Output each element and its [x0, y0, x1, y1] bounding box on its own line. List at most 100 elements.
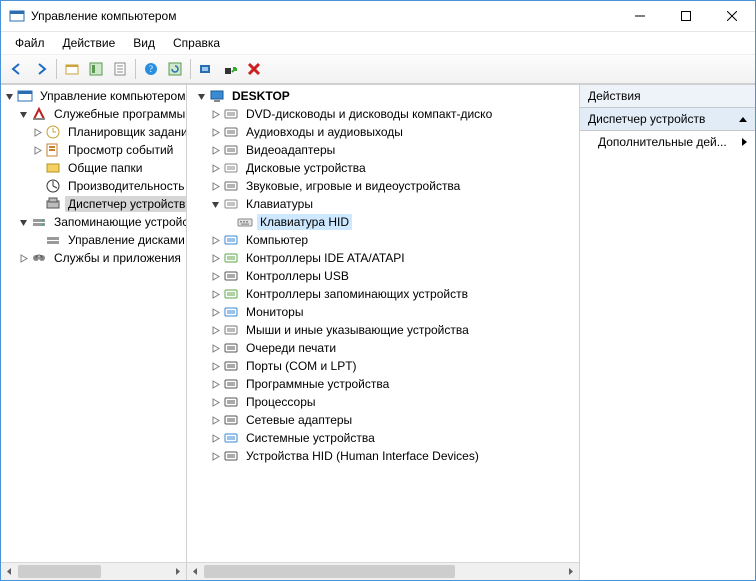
chevron-right-icon[interactable] [15, 250, 31, 266]
scroll-left-button[interactable] [187, 563, 204, 580]
chevron-right-icon[interactable] [207, 178, 223, 194]
chevron-right-icon[interactable] [207, 376, 223, 392]
tree-item[interactable]: Служебные программы [1, 105, 186, 123]
tree-item-label: Диспетчер устройств [65, 196, 186, 212]
scroll-right-button[interactable] [562, 563, 579, 580]
refresh-button[interactable] [164, 58, 186, 80]
tree-item-label: Производительность [65, 178, 186, 194]
menu-view[interactable]: Вид [125, 34, 163, 52]
tree-item[interactable]: Сетевые адаптеры [187, 411, 579, 429]
chevron-right-icon[interactable] [29, 124, 45, 140]
tree-item[interactable]: Контроллеры USB [187, 267, 579, 285]
chevron-right-icon[interactable] [207, 448, 223, 464]
tree-item[interactable]: Производительность [1, 177, 186, 195]
chevron-right-icon[interactable] [207, 124, 223, 140]
chevron-right-icon[interactable] [207, 268, 223, 284]
chevron-down-icon[interactable] [15, 106, 31, 122]
tree-item[interactable]: Процессоры [187, 393, 579, 411]
tree-item[interactable]: Управление дисками [1, 231, 186, 249]
item-icon [45, 232, 61, 248]
chevron-right-icon[interactable] [207, 340, 223, 356]
chevron-right-icon[interactable] [207, 304, 223, 320]
back-button[interactable] [6, 58, 28, 80]
chevron-down-icon[interactable] [1, 88, 17, 104]
chevron-right-icon[interactable] [207, 250, 223, 266]
maximize-button[interactable] [663, 1, 709, 31]
tree-item[interactable]: Аудиовходы и аудиовыходы [187, 123, 579, 141]
chevron-right-icon[interactable] [207, 286, 223, 302]
chevron-right-icon[interactable] [207, 142, 223, 158]
menu-help[interactable]: Справка [165, 34, 228, 52]
tree-item[interactable]: Запоминающие устройс [1, 213, 186, 231]
center-scrollbar[interactable] [187, 562, 579, 580]
up-button[interactable] [61, 58, 83, 80]
tree-item[interactable]: Общие папки [1, 159, 186, 177]
tree-item[interactable]: Дисковые устройства [187, 159, 579, 177]
chevron-right-icon[interactable] [207, 160, 223, 176]
tree-item-label: Клавиатуры [243, 196, 316, 212]
tree-item[interactable]: Клавиатура HID [187, 213, 579, 231]
help-button[interactable]: ? [140, 58, 162, 80]
tree-item[interactable]: Контроллеры IDE ATA/ATAPI [187, 249, 579, 267]
left-tree[interactable]: Управление компьютером (лСлужебные прогр… [1, 85, 186, 562]
tree-item[interactable]: Устройства HID (Human Interface Devices) [187, 447, 579, 465]
chevron-right-icon[interactable] [207, 430, 223, 446]
scroll-right-button[interactable] [169, 563, 186, 580]
chevron-down-icon[interactable] [207, 196, 223, 212]
device-category-icon [223, 322, 239, 338]
chevron-down-icon[interactable] [15, 214, 31, 230]
properties-button[interactable] [109, 58, 131, 80]
tree-item[interactable]: Компьютер [187, 231, 579, 249]
device-category-icon [223, 106, 239, 122]
device-category-icon [223, 232, 239, 248]
tree-item[interactable]: Мыши и иные указывающие устройства [187, 321, 579, 339]
device-category-icon [223, 160, 239, 176]
tree-item[interactable]: Контроллеры запоминающих устройств [187, 285, 579, 303]
update-driver-button[interactable] [219, 58, 241, 80]
tree-item[interactable]: DVD-дисководы и дисководы компакт-диско [187, 105, 579, 123]
chevron-right-icon[interactable] [207, 412, 223, 428]
chevron-right-icon[interactable] [207, 232, 223, 248]
tree-item[interactable]: Звуковые, игровые и видеоустройства [187, 177, 579, 195]
tree-item[interactable]: Службы и приложения [1, 249, 186, 267]
tree-item-label: Контроллеры IDE ATA/ATAPI [243, 250, 408, 266]
tree-item[interactable]: Управление компьютером (л [1, 87, 186, 105]
menu-file[interactable]: Файл [7, 34, 53, 52]
chevron-down-icon[interactable] [193, 88, 209, 104]
left-pane[interactable]: Управление компьютером (лСлужебные прогр… [1, 85, 187, 580]
tree-item-label: DESKTOP [229, 88, 293, 104]
scroll-left-button[interactable] [1, 563, 18, 580]
close-button[interactable] [709, 1, 755, 31]
uninstall-device-button[interactable] [243, 58, 265, 80]
chevron-right-icon[interactable] [29, 142, 45, 158]
tree-item-label: Управление компьютером (л [37, 88, 186, 104]
show-hide-tree-button[interactable] [85, 58, 107, 80]
center-tree[interactable]: DESKTOPDVD-дисководы и дисководы компакт… [187, 85, 579, 562]
tree-item[interactable]: DESKTOP [187, 87, 579, 105]
tree-item[interactable]: Планировщик заданий [1, 123, 186, 141]
tree-item[interactable]: Мониторы [187, 303, 579, 321]
chevron-right-icon[interactable] [207, 322, 223, 338]
chevron-right-icon[interactable] [207, 106, 223, 122]
actions-section[interactable]: Диспетчер устройств [580, 108, 755, 131]
tree-item-label: Контроллеры запоминающих устройств [243, 286, 471, 302]
center-pane[interactable]: DESKTOPDVD-дисководы и дисководы компакт… [187, 85, 580, 580]
tree-item[interactable]: Очереди печати [187, 339, 579, 357]
tree-item-label: Сетевые адаптеры [243, 412, 355, 428]
forward-button[interactable] [30, 58, 52, 80]
left-scrollbar[interactable] [1, 562, 186, 580]
tree-item[interactable]: Видеоадаптеры [187, 141, 579, 159]
tree-item-label: Программные устройства [243, 376, 392, 392]
tree-item[interactable]: Просмотр событий [1, 141, 186, 159]
scan-hardware-button[interactable] [195, 58, 217, 80]
menu-action[interactable]: Действие [55, 34, 124, 52]
tree-item[interactable]: Диспетчер устройств [1, 195, 186, 213]
tree-item[interactable]: Клавиатуры [187, 195, 579, 213]
chevron-right-icon[interactable] [207, 358, 223, 374]
tree-item[interactable]: Порты (COM и LPT) [187, 357, 579, 375]
tree-item[interactable]: Программные устройства [187, 375, 579, 393]
minimize-button[interactable] [617, 1, 663, 31]
actions-more[interactable]: Дополнительные дей... [580, 131, 755, 153]
chevron-right-icon[interactable] [207, 394, 223, 410]
tree-item[interactable]: Системные устройства [187, 429, 579, 447]
